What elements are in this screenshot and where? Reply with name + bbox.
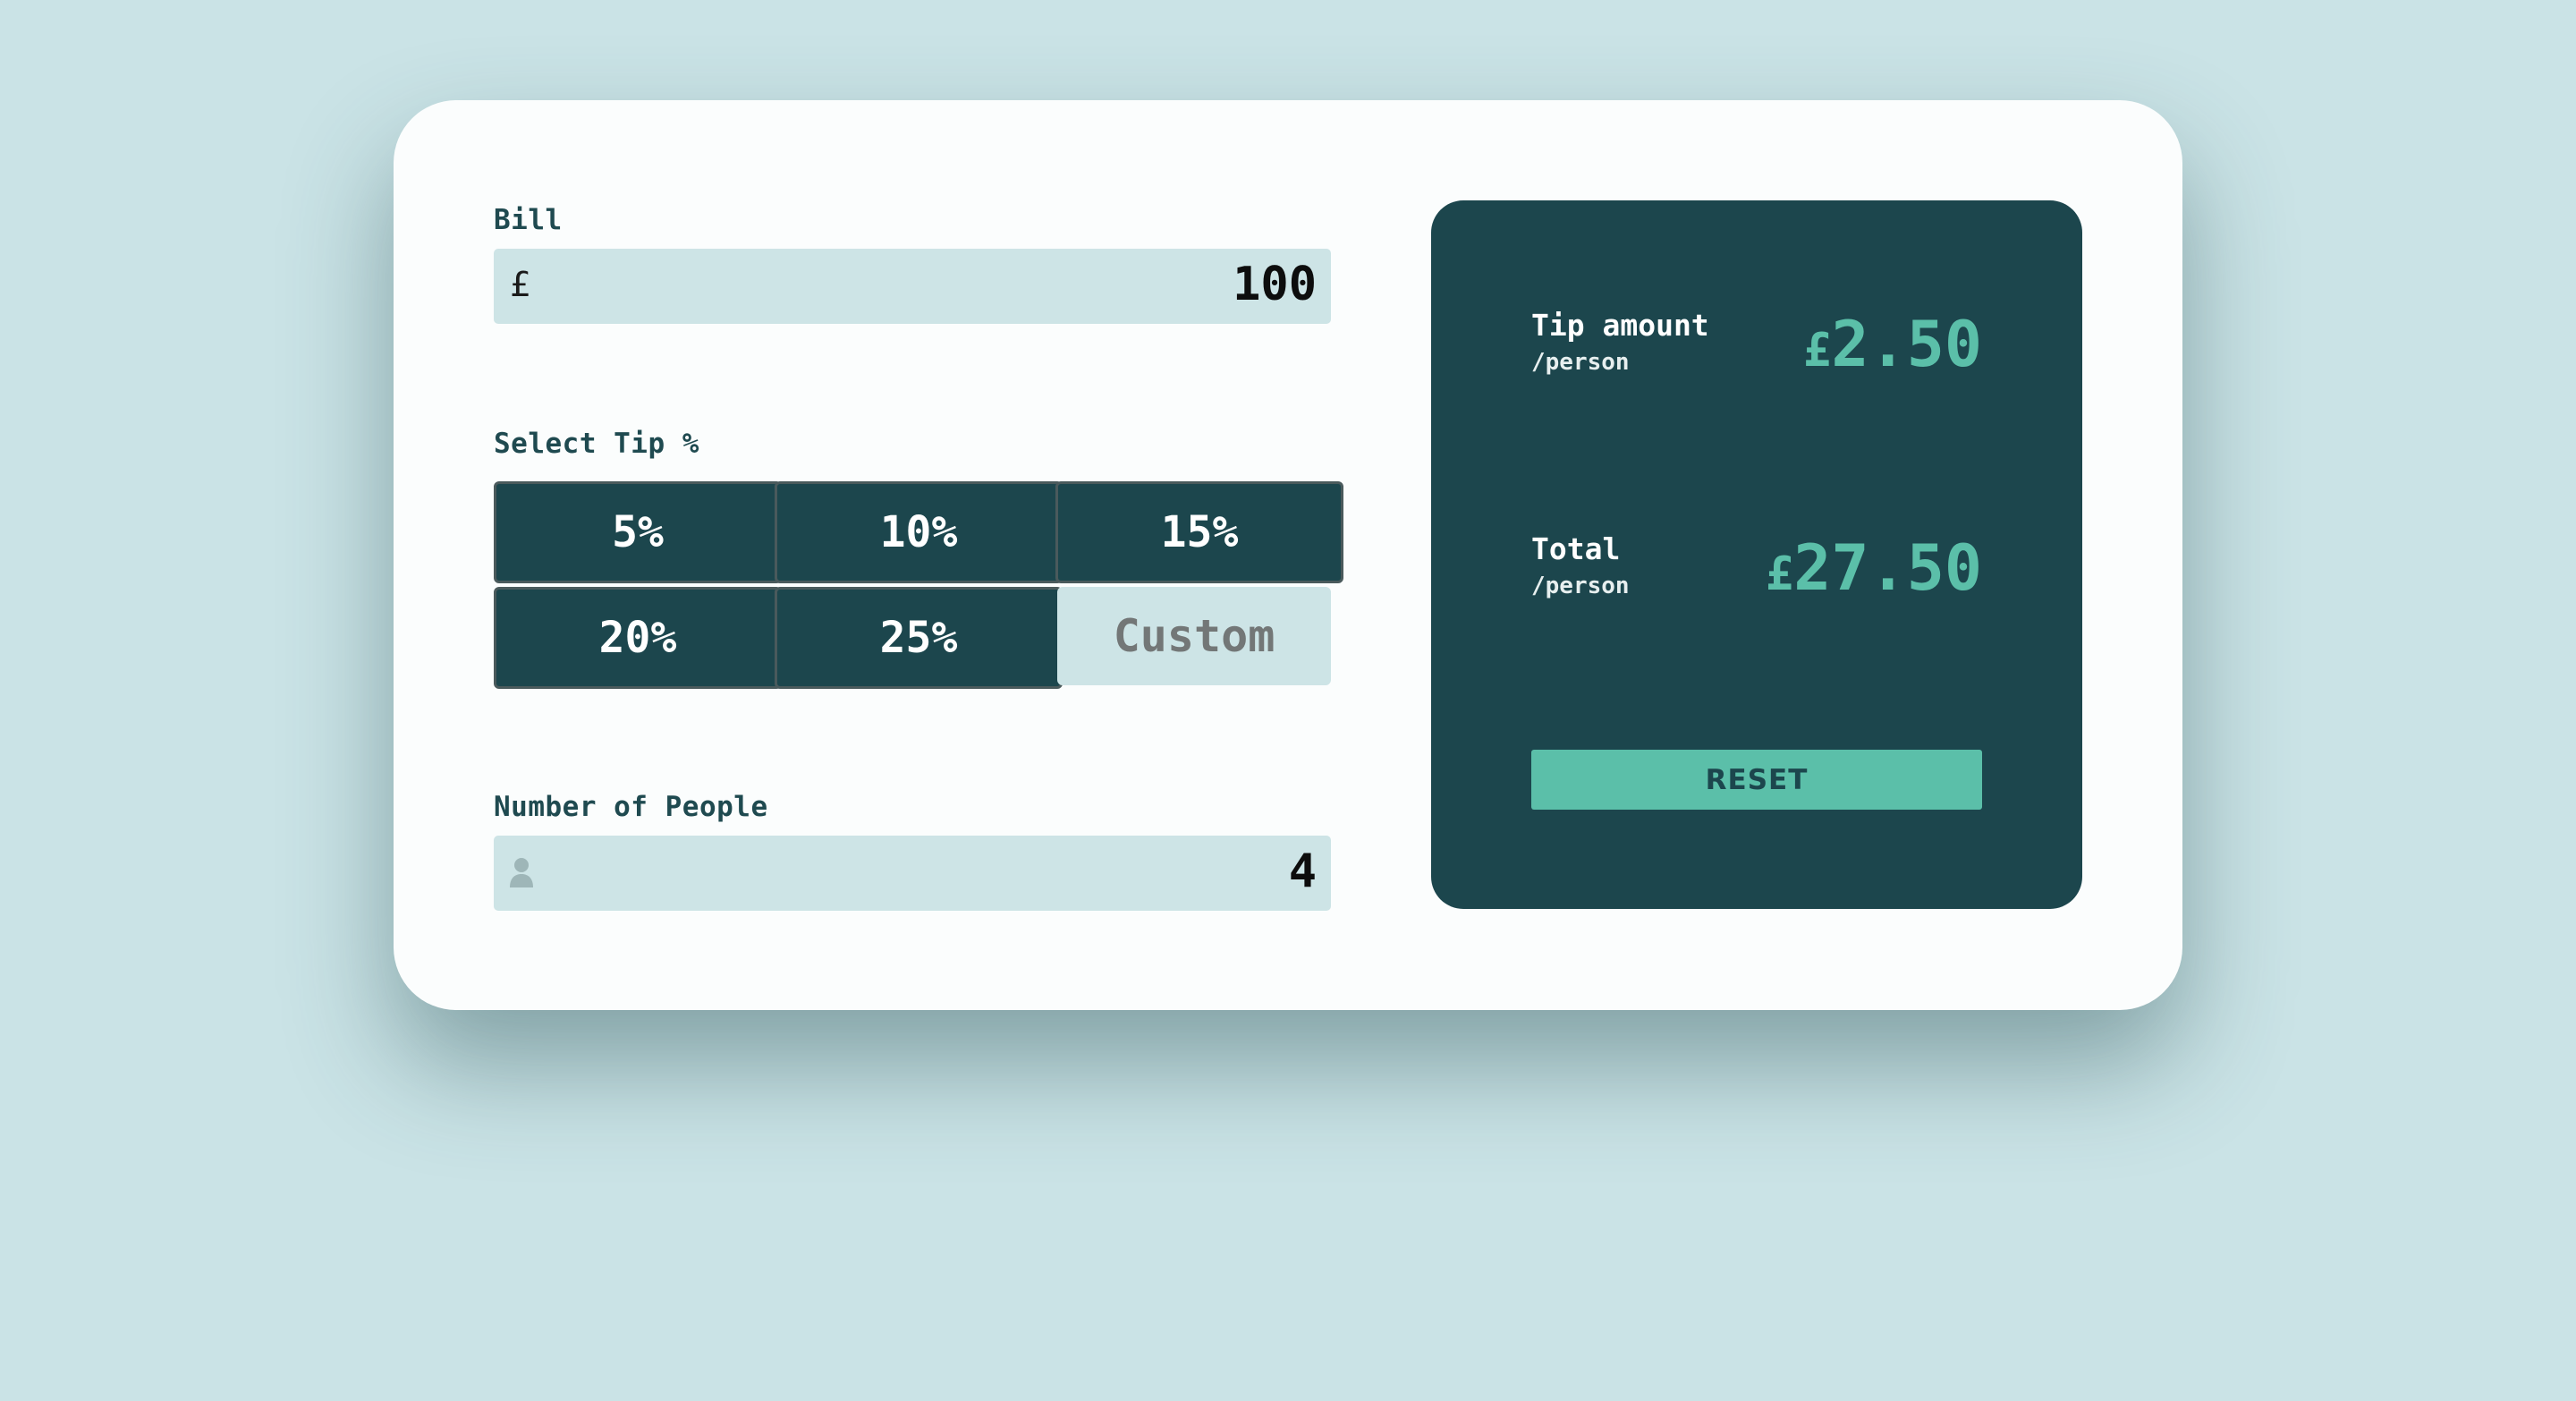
tip-button-20[interactable]: 20% — [494, 587, 782, 689]
tip-calculator-card: Bill £ 100 Select Tip % 5% 10% 15% 20% 2… — [394, 100, 2182, 1010]
tip-options: 5% 10% 15% 20% 25% Custom — [494, 481, 1343, 689]
tip-button-15[interactable]: 15% — [1055, 481, 1343, 583]
custom-tip-input[interactable]: Custom — [1057, 587, 1331, 685]
tip-amount-sub: /person — [1531, 349, 1630, 376]
result-panel: Tip amount /person £2.50 Total /person £… — [1431, 200, 2082, 909]
person-icon — [510, 858, 533, 887]
tip-amount-value: £2.50 — [1803, 308, 1982, 381]
total-currency: £ — [1765, 548, 1794, 601]
bill-value: 100 — [1233, 258, 1317, 311]
people-label: Number of People — [494, 791, 768, 823]
tip-amount-title: Tip amount — [1531, 308, 1709, 343]
total-value: £27.50 — [1766, 531, 1982, 605]
tip-button-10[interactable]: 10% — [775, 481, 1063, 583]
tip-amount-number: 2.50 — [1831, 308, 1982, 381]
total-title: Total — [1531, 531, 1621, 566]
people-input[interactable]: 4 — [494, 836, 1331, 911]
bill-input[interactable]: £ 100 — [494, 249, 1331, 324]
total-sub: /person — [1531, 573, 1630, 599]
reset-button[interactable]: RESET — [1531, 750, 1982, 810]
select-tip-label: Select Tip % — [494, 428, 699, 460]
tip-button-25[interactable]: 25% — [775, 587, 1063, 689]
tip-button-5[interactable]: 5% — [494, 481, 782, 583]
total-number: 27.50 — [1793, 531, 1982, 605]
people-value: 4 — [1288, 845, 1317, 898]
bill-label: Bill — [494, 204, 563, 236]
tip-amount-currency: £ — [1803, 324, 1832, 378]
currency-icon: £ — [510, 265, 530, 304]
